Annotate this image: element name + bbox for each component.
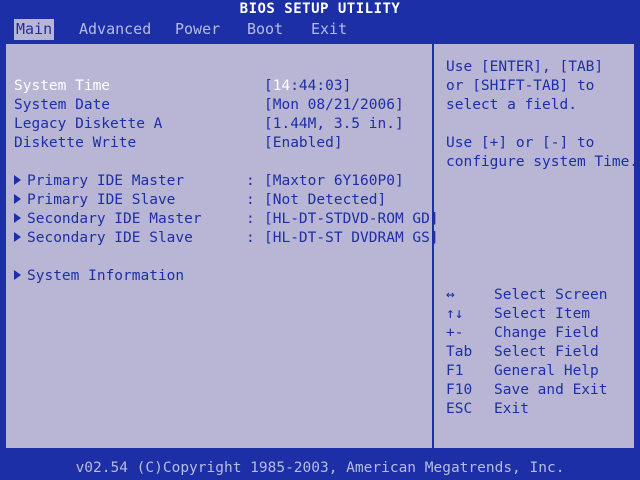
tab-exit[interactable]: Exit [309, 19, 349, 40]
key-arrows-ud-icon: ↑↓ [446, 306, 464, 322]
tab-power[interactable]: Power [173, 19, 222, 40]
key-f1: F1 [446, 363, 464, 379]
copyright-footer: v02.54 (C)Copyright 1985-2003, American … [0, 456, 640, 480]
help-line-2: or [SHIFT-TAB] to [446, 78, 595, 94]
setting-label-system-time: System Time [14, 78, 111, 94]
menu-bar: Main Advanced Power Boot Exit [0, 19, 640, 40]
key-plus-minus: +- [446, 325, 464, 341]
key-desc-exit: Exit [494, 401, 529, 417]
key-desc-select-field: Select Field [494, 344, 599, 360]
key-desc-change-field: Change Field [494, 325, 599, 341]
secondary-ide-slave-item[interactable]: Secondary IDE Slave [14, 230, 193, 246]
system-time-hour[interactable]: 14 [273, 78, 290, 94]
tab-main[interactable]: Main [14, 19, 55, 40]
primary-ide-master-value: [Maxtor 6Y160P0] [264, 173, 404, 189]
setting-label-diskette-write: Diskette Write [14, 135, 137, 151]
key-desc-select-screen: Select Screen [494, 287, 608, 303]
secondary-ide-master-item[interactable]: Secondary IDE Master [14, 211, 202, 227]
key-arrows-lr-icon: ↔ [446, 287, 455, 303]
secondary-ide-master-value: [HL-DT-STDVD-ROM GD] [264, 211, 439, 227]
secondary-ide-slave-value: [HL-DT-ST DVDRAM GS] [264, 230, 439, 246]
help-line-6: configure system Time. [446, 154, 639, 170]
setting-label-system-date: System Date [14, 97, 111, 113]
submenu-arrow-icon [14, 175, 21, 185]
bios-screen: BIOS SETUP UTILITY Main Advanced Power B… [0, 0, 640, 480]
system-date-value[interactable]: [Mon 08/21/2006] [264, 97, 404, 113]
system-information-item[interactable]: System Information [14, 268, 184, 284]
system-time-value[interactable]: [14:44:03] [264, 78, 351, 94]
submenu-arrow-icon [14, 232, 21, 242]
key-tab: Tab [446, 344, 473, 360]
tab-boot[interactable]: Boot [245, 19, 285, 40]
help-line-1: Use [ENTER], [TAB] [446, 59, 604, 75]
legacy-diskette-value[interactable]: [1.44M, 3.5 in.] [264, 116, 404, 132]
key-desc-save-exit: Save and Exit [494, 382, 608, 398]
key-desc-select-item: Select Item [494, 306, 591, 322]
setting-label-legacy-diskette: Legacy Diskette A [14, 116, 163, 132]
primary-ide-slave-item[interactable]: Primary IDE Slave [14, 192, 175, 208]
primary-ide-master-item[interactable]: Primary IDE Master [14, 173, 184, 189]
panel-divider [432, 42, 434, 450]
tab-advanced[interactable]: Advanced [77, 19, 153, 40]
submenu-arrow-icon [14, 194, 21, 204]
diskette-write-value[interactable]: [Enabled] [264, 135, 343, 151]
help-line-5: Use [+] or [-] to [446, 135, 595, 151]
submenu-arrow-icon [14, 213, 21, 223]
bios-title: BIOS SETUP UTILITY [0, 0, 640, 19]
help-line-3: select a field. [446, 97, 577, 113]
submenu-arrow-icon [14, 270, 21, 280]
key-f10: F10 [446, 382, 473, 398]
key-esc: ESC [446, 401, 473, 417]
primary-ide-slave-value: [Not Detected] [264, 192, 387, 208]
key-desc-general-help: General Help [494, 363, 599, 379]
